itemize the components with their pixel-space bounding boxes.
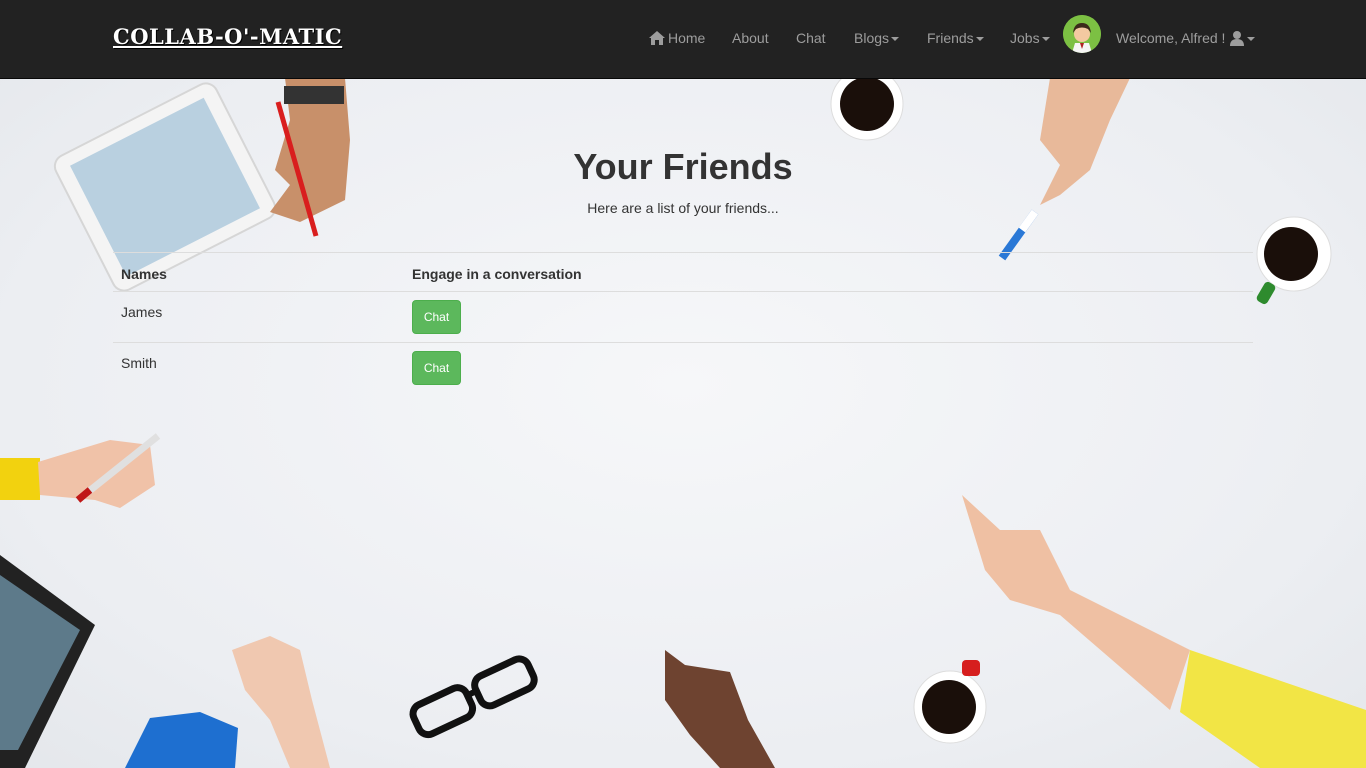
avatar-image xyxy=(1063,15,1101,53)
friend-name: James xyxy=(121,304,163,320)
top-navbar: COLLAB-O'-MATIC Home About Chat Blogs Fr… xyxy=(0,0,1366,79)
nav-jobs-dropdown[interactable]: Jobs xyxy=(1010,30,1050,46)
nav-blogs-label: Blogs xyxy=(854,30,890,46)
nav-chat-label: Chat xyxy=(796,30,826,46)
home-icon xyxy=(649,31,665,45)
chat-button[interactable]: Chat xyxy=(412,351,461,385)
user-icon xyxy=(1230,31,1245,46)
nav-jobs-label: Jobs xyxy=(1010,30,1040,46)
caret-down-icon xyxy=(1041,37,1050,41)
chat-button[interactable]: Chat xyxy=(412,300,461,334)
nav-home[interactable]: Home xyxy=(648,30,705,46)
welcome-text: Welcome, Alfred ! xyxy=(1116,30,1226,46)
brand-logo[interactable]: COLLAB-O'-MATIC xyxy=(113,24,342,49)
nav-about-label: About xyxy=(732,30,769,46)
avatar[interactable] xyxy=(1063,15,1101,53)
nav-friends-dropdown[interactable]: Friends xyxy=(927,30,984,46)
table-row: Smith Chat xyxy=(113,342,1253,393)
nav-chat[interactable]: Chat xyxy=(796,30,826,46)
column-header-engage: Engage in a conversation xyxy=(412,266,582,282)
friend-name: Smith xyxy=(121,355,157,371)
nav-friends-label: Friends xyxy=(927,30,974,46)
nav-blogs-dropdown[interactable]: Blogs xyxy=(854,30,900,46)
caret-down-icon xyxy=(891,37,900,41)
friends-table: Names Engage in a conversation James Cha… xyxy=(113,252,1253,393)
page-subtitle: Here are a list of your friends... xyxy=(587,200,779,216)
table-header-row: Names Engage in a conversation xyxy=(113,252,1253,291)
nav-about[interactable]: About xyxy=(732,30,769,46)
nav-home-label: Home xyxy=(668,30,706,46)
user-menu-dropdown[interactable]: Welcome, Alfred ! xyxy=(1116,30,1256,46)
caret-down-icon xyxy=(1247,37,1256,41)
page-title: Your Friends xyxy=(573,146,793,187)
caret-down-icon xyxy=(975,37,984,41)
table-row: James Chat xyxy=(113,291,1253,342)
column-header-names: Names xyxy=(121,266,167,282)
